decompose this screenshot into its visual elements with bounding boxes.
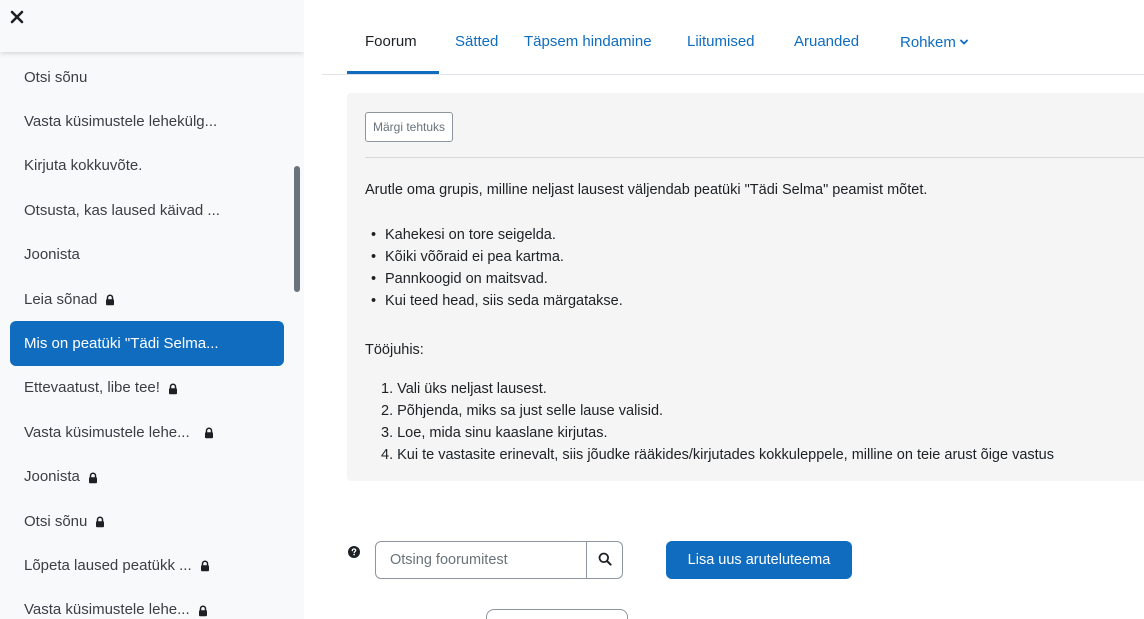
sidebar-item[interactable]: Joonista	[0, 455, 304, 499]
statement-list: Kahekesi on tore seigelda. Kõiki võõraid…	[371, 224, 623, 312]
sidebar-item[interactable]: Vasta küsimustele lehekülg...	[0, 99, 304, 143]
sidebar-item[interactable]: Kirjuta kokkuvõte.	[0, 144, 304, 188]
lock-icon	[200, 559, 210, 572]
question-circle-icon[interactable]	[348, 545, 360, 558]
forum-search	[375, 541, 623, 579]
sidebar-item[interactable]: Otsusta, kas laused käivad ...	[0, 188, 304, 232]
select-control[interactable]	[486, 609, 628, 619]
add-discussion-button[interactable]: Lisa uus aruteluteema	[666, 541, 852, 579]
lock-icon	[88, 471, 98, 484]
list-item: 4. Kui te vastasite erinevalt, siis jõud…	[381, 447, 1054, 463]
sidebar-item-label: Leia sõnad	[24, 290, 98, 308]
instructions-title: Tööjuhis:	[365, 342, 424, 358]
list-item: 2. Põhjenda, miks sa just selle lause va…	[381, 403, 664, 419]
divider	[365, 157, 1144, 158]
sidebar-scrollbar[interactable]	[294, 166, 300, 292]
list-item: Kõiki võõraid ei pea kartma.	[371, 246, 623, 268]
sidebar-item[interactable]: Vasta küsimustele lehe...	[0, 588, 304, 619]
description-intro: Arutle oma grupis, milline neljast lause…	[365, 182, 928, 198]
sidebar-item[interactable]: Otsi sõnu	[0, 499, 304, 543]
tab-aruanded[interactable]: Aruanded	[794, 33, 859, 50]
sidebar-item-label: Ettevaatust, libe tee!	[24, 379, 160, 397]
search-button[interactable]	[586, 542, 622, 578]
sidebar-item-label: Mis on peatüki "Tädi Selma...	[24, 335, 219, 353]
mark-done-button[interactable]: Märgi tehtuks	[365, 112, 454, 142]
search-input[interactable]	[376, 542, 586, 578]
lock-icon	[204, 426, 214, 439]
sidebar-item-label: Kirjuta kokkuvõte.	[24, 157, 143, 175]
sidebar-item[interactable]: Lõpeta laused peatükk ...	[0, 543, 304, 587]
sidebar-item-label: Otsi sõnu	[24, 68, 88, 86]
course-index-drawer: Otsi sõnu Vasta küsimustele lehekülg... …	[0, 0, 304, 619]
instruction-steps: 1. Vali üks neljast lausest. 2. Põhjenda…	[381, 378, 1054, 466]
list-item: 1. Vali üks neljast lausest.	[381, 381, 547, 397]
tab-tapsem-hindamine[interactable]: Täpsem hindamine	[524, 33, 652, 50]
sidebar-item-label: Joonista	[24, 468, 80, 486]
sidebar-item-label: Otsusta, kas laused käivad ...	[24, 201, 220, 219]
sidebar-item-label: Vasta küsimustele lehe...	[24, 601, 190, 619]
tab-liitumised[interactable]: Liitumised	[687, 33, 755, 50]
secondary-navigation: Foorum Sätted Täpsem hindamine Liitumise…	[322, 0, 1144, 75]
activity-description: Märgi tehtuks Arutle oma grupis, milline…	[347, 93, 1144, 481]
list-item: 3. Loe, mida sinu kaaslane kirjutas.	[381, 425, 608, 441]
list-item: Pannkoogid on maitsvad.	[371, 268, 623, 290]
sidebar-item-label: Vasta küsimustele lehekülg...	[24, 113, 218, 131]
sidebar-item-label: Vasta küsimustele lehe...	[24, 423, 190, 441]
sidebar-item[interactable]: Joonista	[0, 233, 304, 277]
lock-icon	[95, 515, 105, 528]
sidebar-item-label: Lõpeta laused peatükk ...	[24, 556, 192, 574]
chevron-down-icon	[959, 33, 968, 45]
search-icon	[598, 552, 612, 569]
lock-icon	[168, 382, 178, 395]
lock-icon	[198, 604, 208, 617]
tab-rohkem[interactable]: Rohkem	[900, 33, 968, 51]
sidebar-item-label: Joonista	[24, 246, 80, 264]
sidebar-item[interactable]: Leia sõnad	[0, 277, 304, 321]
sidebar-item-label: Otsi sõnu	[24, 512, 88, 530]
sidebar-item[interactable]: Otsi sõnu	[0, 55, 304, 99]
tab-satted[interactable]: Sätted	[455, 33, 498, 50]
sidebar-item[interactable]: Vasta küsimustele lehe...	[0, 410, 304, 454]
list-item: Kui teed head, siis seda märgatakse.	[371, 290, 623, 312]
list-item: Kahekesi on tore seigelda.	[371, 224, 623, 246]
sidebar-item[interactable]: Ettevaatust, libe tee!	[0, 366, 304, 410]
sidebar-item-active[interactable]: Mis on peatüki "Tädi Selma...	[10, 321, 284, 366]
active-tab-indicator	[347, 71, 439, 74]
lock-icon	[105, 293, 115, 306]
close-icon[interactable]	[10, 10, 26, 26]
drawer-header	[0, 0, 304, 52]
tab-rohkem-label: Rohkem	[900, 34, 956, 51]
tab-foorum[interactable]: Foorum	[365, 33, 417, 50]
course-index-list: Otsi sõnu Vasta küsimustele lehekülg... …	[0, 55, 304, 619]
